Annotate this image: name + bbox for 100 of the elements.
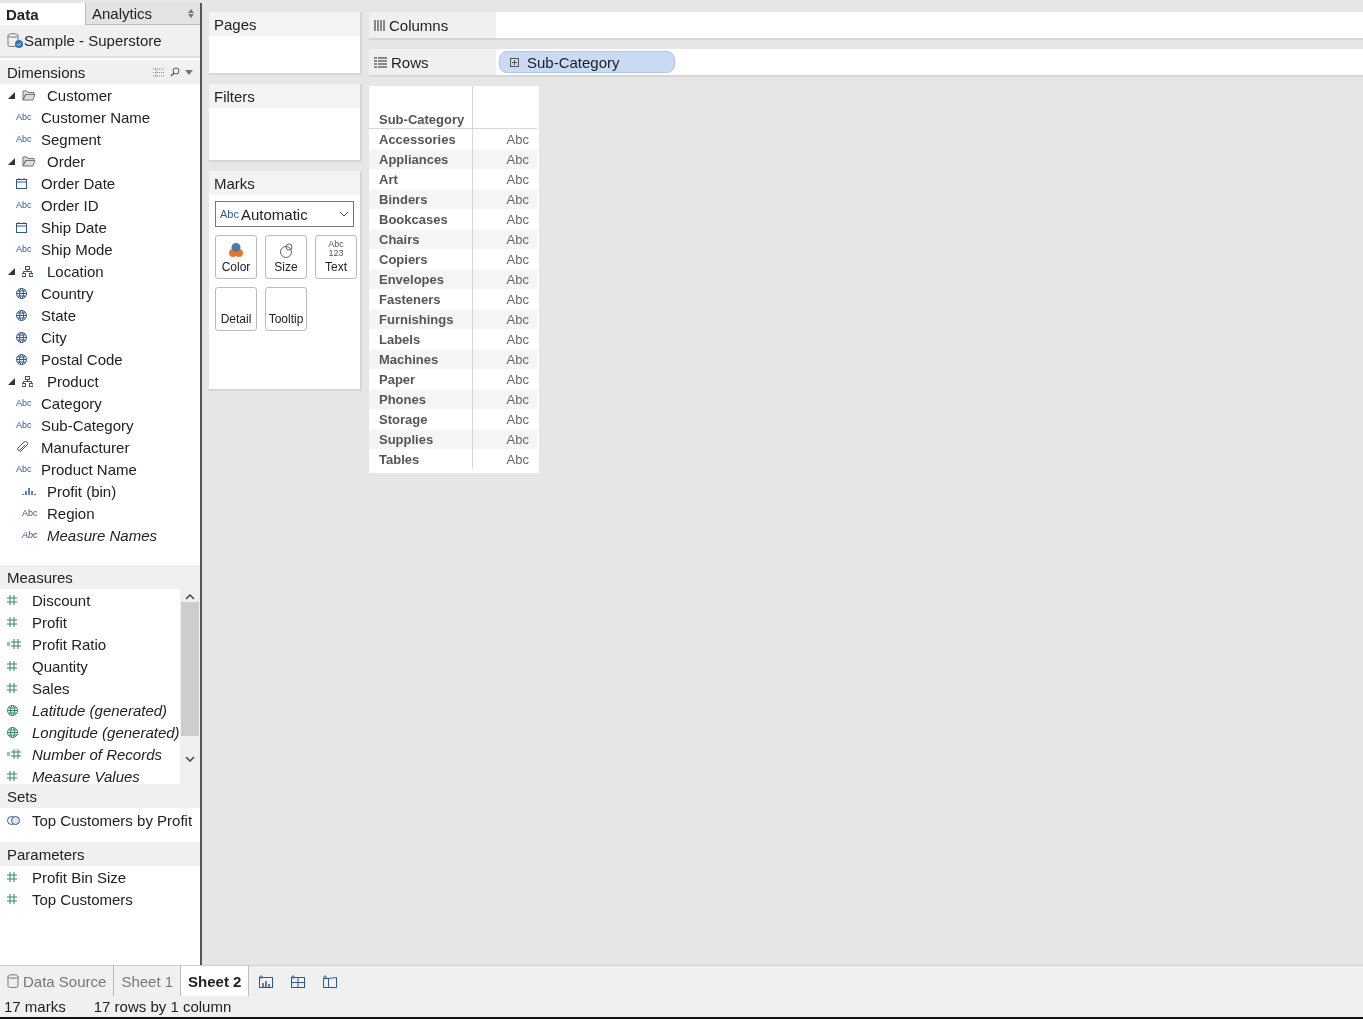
table-cell-text: Abc <box>505 190 530 209</box>
shelf-label: Rows <box>391 53 429 71</box>
new-dashboard-icon[interactable] <box>291 974 306 988</box>
expand-plus-icon <box>510 57 519 67</box>
pages-shelf[interactable]: Pages <box>209 12 362 75</box>
string-type-icon: Abc <box>22 530 38 540</box>
globe-icon <box>16 287 27 299</box>
field-item[interactable]: Product Name <box>41 460 137 478</box>
hash-icon <box>7 661 17 671</box>
shelf-title: Filters <box>214 87 255 105</box>
table-cell-text: Abc <box>505 170 530 189</box>
field-item[interactable]: Number of Records <box>32 745 163 763</box>
status-text: 17 marks <box>4 998 66 1015</box>
globe-icon <box>7 726 18 738</box>
calculated-hash-icon <box>7 639 21 649</box>
field-item[interactable]: City <box>41 328 67 346</box>
new-story-icon[interactable] <box>323 974 338 988</box>
field-item[interactable]: Ship Date <box>41 218 107 236</box>
search-icon[interactable] <box>170 67 180 77</box>
sheet-tab[interactable]: Sheet 2 <box>181 966 250 996</box>
field-item[interactable]: Measure Values <box>32 767 140 784</box>
mark-property-button[interactable]: Color <box>215 235 257 279</box>
table-cell-text: Abc <box>505 250 530 269</box>
chevron-down-icon <box>339 211 349 217</box>
string-type-icon: Abc <box>22 508 38 518</box>
hash-icon <box>7 683 17 693</box>
table-cell-text: Abc <box>505 330 530 349</box>
rows-icon <box>374 56 387 68</box>
hierarchy-icon <box>22 375 33 387</box>
scroll-down-icon <box>185 756 195 762</box>
field-item[interactable]: Longitude (generated) <box>32 723 180 741</box>
field-item[interactable]: Order ID <box>41 196 99 214</box>
sort-arrows-icon <box>188 9 194 18</box>
field-item[interactable]: Location <box>47 262 104 280</box>
field-pill[interactable]: Sub-Category <box>499 51 675 73</box>
field-item[interactable]: Top Customers <box>32 890 133 908</box>
field-item[interactable]: Region <box>47 504 95 522</box>
field-item[interactable]: Top Customers by Profit <box>32 811 193 829</box>
table-cell-text: Abc <box>505 370 530 389</box>
field-item[interactable]: State <box>41 306 77 324</box>
expand-triangle-icon[interactable] <box>7 267 15 275</box>
table-cell-text: Abc <box>505 450 530 469</box>
color-circles-icon <box>228 242 244 258</box>
field-item[interactable]: Order <box>47 152 86 170</box>
shelf-label: Columns <box>389 16 449 34</box>
expand-triangle-icon[interactable] <box>7 157 15 165</box>
database-icon <box>7 973 19 989</box>
table-cell-text: Abc <box>505 130 530 149</box>
field-item[interactable]: Profit <box>32 613 67 631</box>
columns-shelf[interactable]: Columns <box>369 12 1363 40</box>
calculated-hash-icon <box>7 749 21 759</box>
globe-icon <box>16 353 27 365</box>
expand-triangle-icon[interactable] <box>7 91 15 99</box>
expand-triangle-icon[interactable] <box>7 377 15 385</box>
field-item[interactable]: Customer Name <box>41 108 151 126</box>
field-item[interactable]: Profit Ratio <box>32 635 107 653</box>
field-item[interactable]: Profit (bin) <box>47 482 117 500</box>
filters-shelf[interactable]: Filters <box>209 84 362 162</box>
field-item[interactable]: Sales <box>32 679 70 697</box>
folder-icon <box>22 155 36 167</box>
new-worksheet-icon[interactable] <box>259 974 274 988</box>
caret-icon[interactable] <box>185 69 193 75</box>
string-type-icon: Abc <box>16 398 32 408</box>
field-item[interactable]: Country <box>41 284 94 302</box>
field-item[interactable]: Measure Names <box>47 526 158 544</box>
field-item[interactable]: Discount <box>32 591 91 609</box>
text-mark-icon: Abc 123 <box>328 240 344 258</box>
field-item[interactable]: Quantity <box>32 657 88 675</box>
field-item[interactable]: Segment <box>41 130 102 148</box>
field-item[interactable]: Manufacturer <box>41 438 130 456</box>
section-title: Sets <box>7 787 37 805</box>
shelf-title: Marks <box>214 174 255 192</box>
rows-shelf[interactable]: Rows Sub-Category <box>369 49 1363 77</box>
field-item[interactable]: Profit Bin Size <box>32 868 127 886</box>
mark-property-button[interactable]: Tooltip <box>265 287 307 331</box>
field-item[interactable]: Latitude (generated) <box>32 701 168 719</box>
section-title: Dimensions <box>7 63 86 81</box>
field-item[interactable]: Postal Code <box>41 350 123 368</box>
field-item[interactable]: Customer <box>47 86 113 104</box>
size-circles-icon <box>278 243 294 258</box>
calendar-icon <box>16 177 27 189</box>
hash-icon <box>7 872 17 882</box>
field-item[interactable]: Ship Mode <box>41 240 113 258</box>
hash-icon <box>7 894 17 904</box>
list-view-icon[interactable] <box>153 67 165 77</box>
mark-type-dropdown[interactable]: AbcAutomatic <box>215 201 354 227</box>
field-item[interactable]: Category <box>41 394 102 412</box>
sidebar-tab[interactable]: Analytics <box>85 3 200 25</box>
field-item[interactable]: Product <box>47 372 99 390</box>
field-item[interactable]: Sub-Category <box>41 416 134 434</box>
globe-icon <box>16 331 27 343</box>
mark-property-button[interactable]: Detail <box>215 287 257 331</box>
section-title: Parameters <box>7 845 85 863</box>
table-cell-text: Abc <box>505 290 530 309</box>
table-cell-text: Abc <box>505 210 530 229</box>
mark-property-button[interactable]: Size <box>265 235 307 279</box>
field-item[interactable]: Order Date <box>41 174 116 192</box>
mark-property-button[interactable]: Abc 123 Text <box>315 235 357 279</box>
string-type-icon: Abc <box>16 464 32 474</box>
scroll-up-icon <box>185 594 195 600</box>
